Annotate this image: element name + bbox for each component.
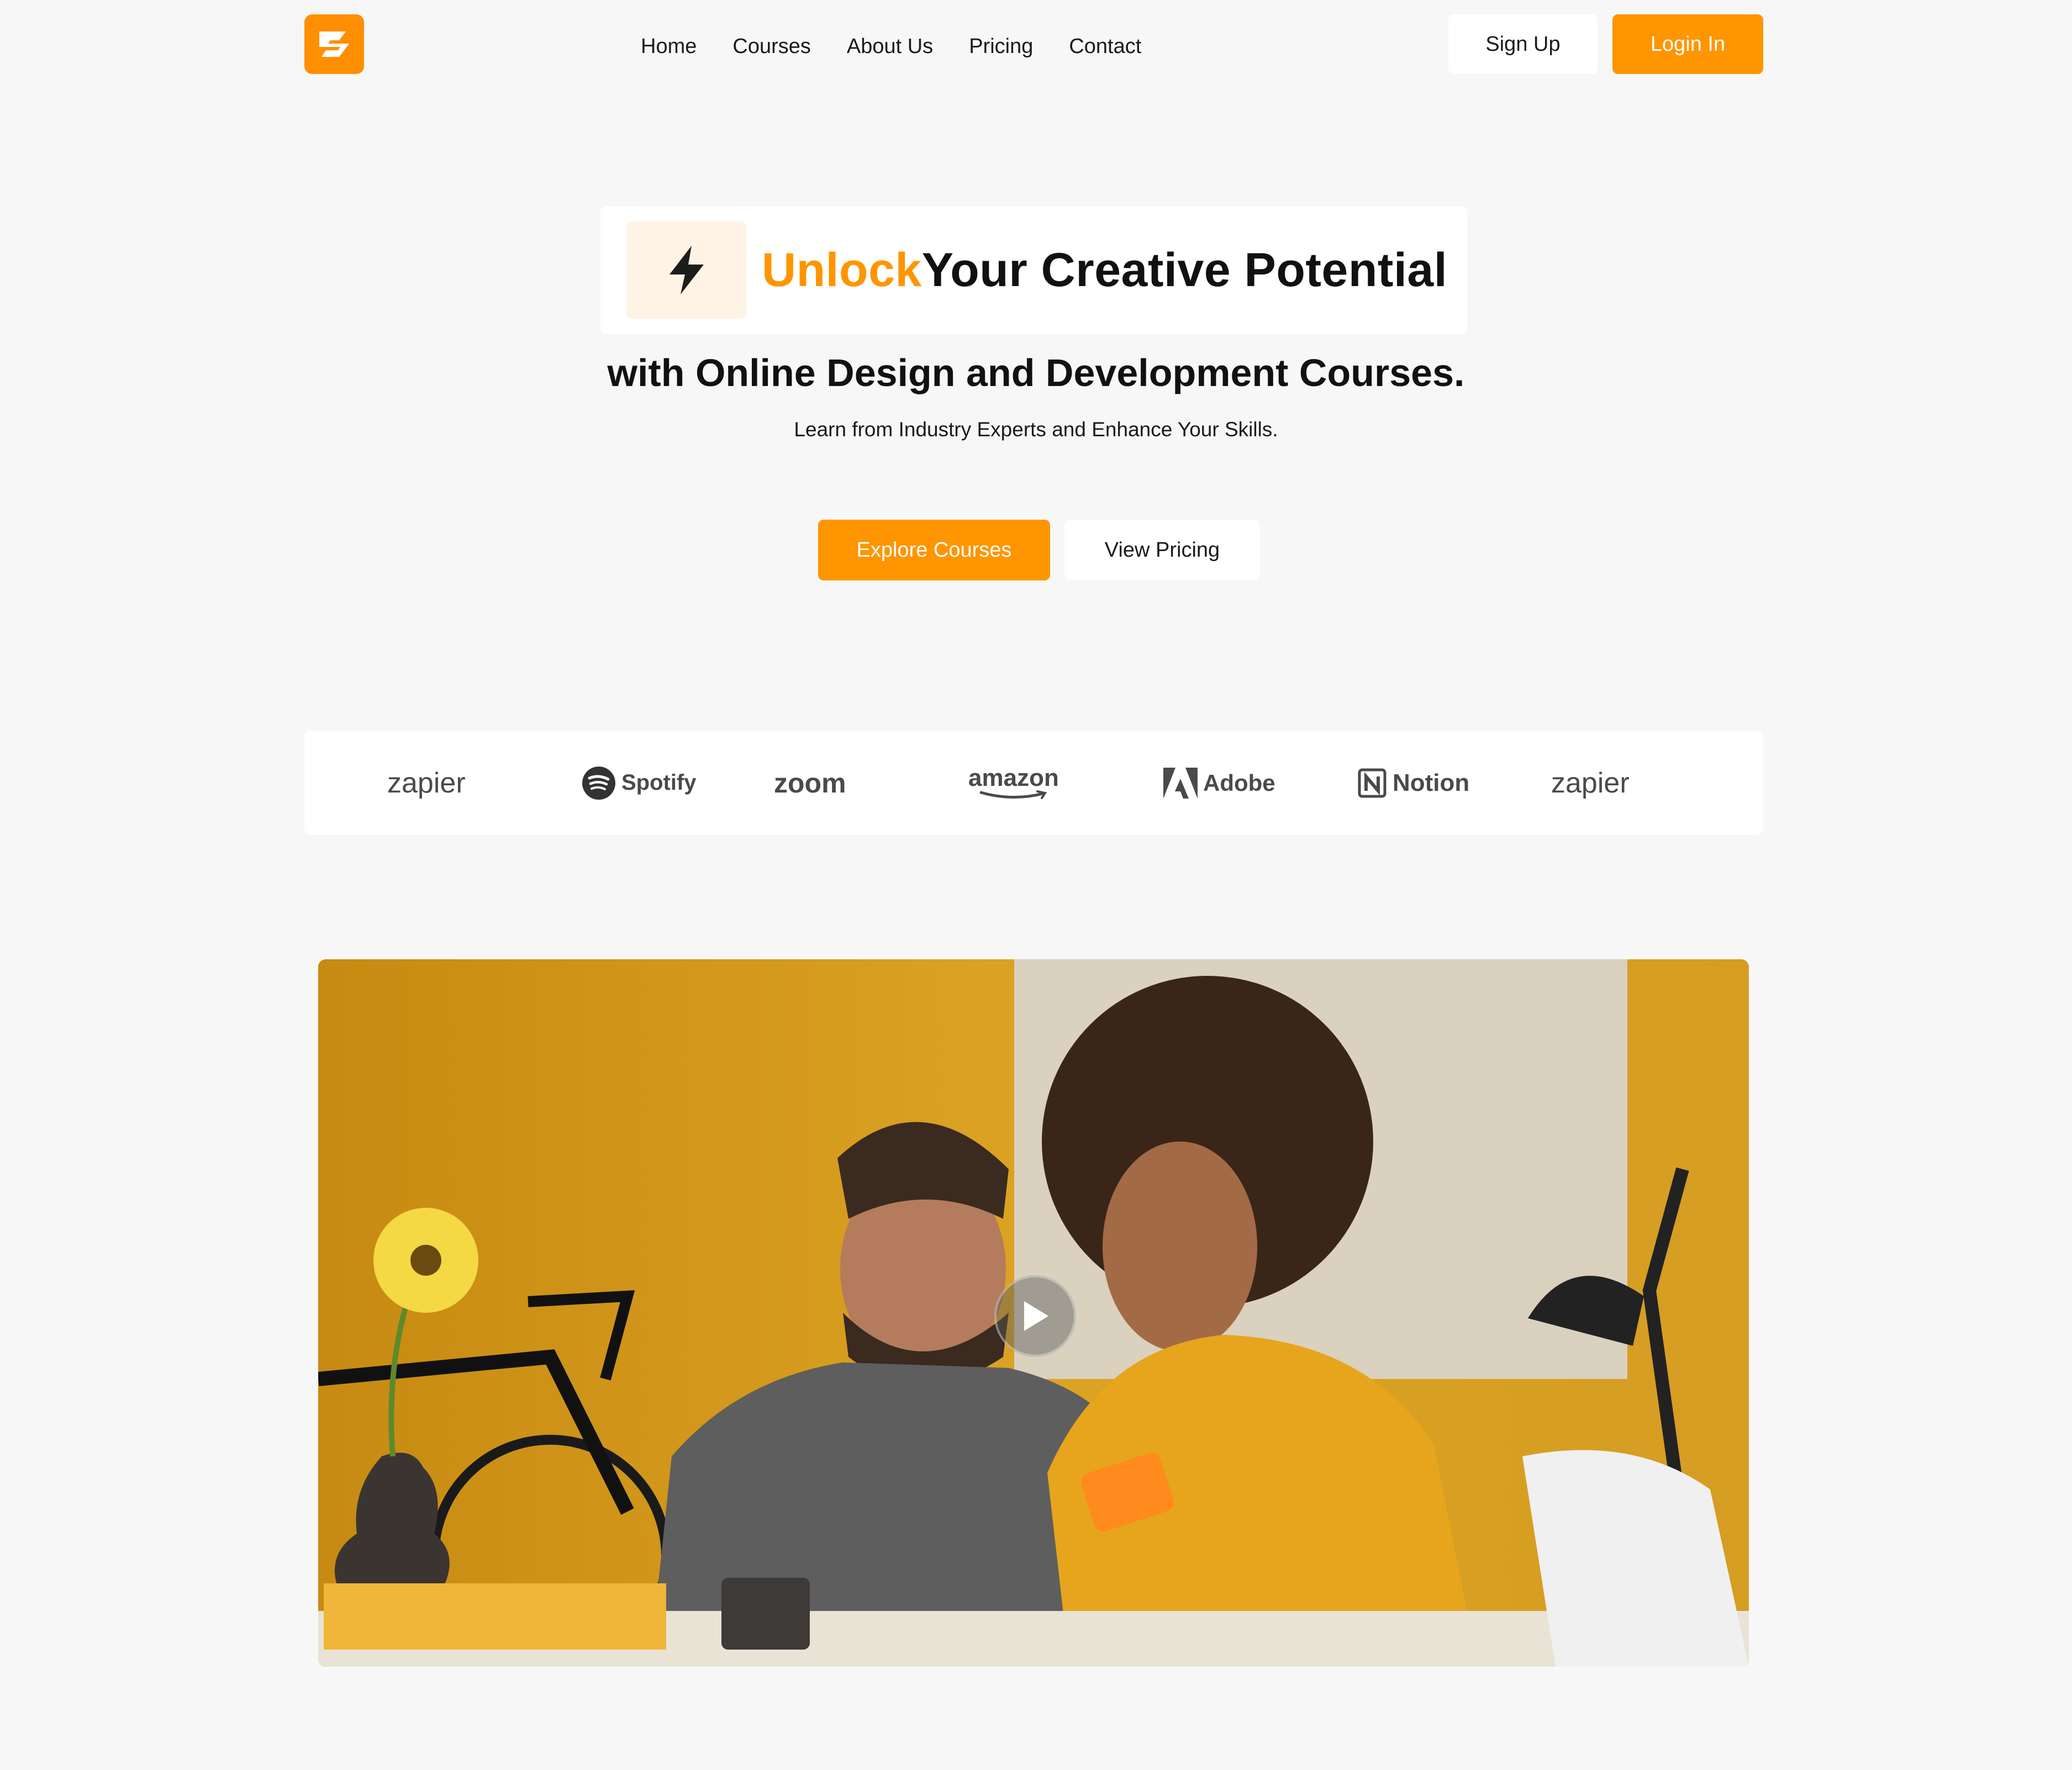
amazon-smile-icon — [979, 790, 1047, 799]
play-button[interactable] — [994, 1275, 1076, 1357]
spotify-icon — [582, 766, 615, 800]
zapier-logo: zapier — [1551, 767, 1630, 799]
notion-icon — [1358, 768, 1386, 797]
nav-pricing[interactable]: Pricing — [969, 35, 1033, 59]
headline-accent: Unlock — [762, 243, 922, 297]
partner-logos-strip: zapier Spotify zoom amazon Adobe Notion … — [304, 731, 1763, 835]
adobe-icon — [1163, 767, 1198, 799]
hero-tagline: Learn from Industry Experts and Enhance … — [794, 418, 1278, 441]
view-pricing-button[interactable]: View Pricing — [1064, 520, 1260, 580]
spotify-logo: Spotify — [582, 731, 697, 835]
nav-courses[interactable]: Courses — [732, 35, 811, 59]
main-nav: Home Courses About Us Pricing Contact — [641, 30, 1141, 63]
sign-up-button[interactable]: Sign Up — [1448, 14, 1598, 74]
explore-courses-button[interactable]: Explore Courses — [818, 520, 1050, 580]
zoom-logo: zoom — [774, 767, 846, 799]
landing-page: Home Courses About Us Pricing Contact Si… — [0, 0, 2072, 1770]
logo-icon[interactable] — [304, 14, 364, 74]
amazon-logo: amazon — [968, 731, 1059, 835]
nav-contact[interactable]: Contact — [1069, 35, 1141, 59]
zapier-logo: zapier — [387, 767, 466, 799]
adobe-logo: Adobe — [1163, 731, 1275, 835]
nav-about-us[interactable]: About Us — [847, 35, 933, 59]
intro-video[interactable] — [318, 959, 1749, 1667]
hero-headline: UnlockYour Creative Potential — [762, 243, 1447, 298]
headline-rest: Your Creative Potential — [921, 243, 1448, 297]
login-button[interactable]: Login In — [1612, 14, 1763, 74]
hero-headline-card: UnlockYour Creative Potential — [600, 206, 1468, 334]
nav-home[interactable]: Home — [641, 35, 697, 59]
lightning-icon-box — [626, 221, 746, 319]
play-icon — [1024, 1301, 1048, 1331]
hero-subheadline: with Online Design and Development Cours… — [607, 351, 1465, 394]
lightning-icon — [669, 246, 704, 294]
notion-logo: Notion — [1357, 731, 1469, 835]
